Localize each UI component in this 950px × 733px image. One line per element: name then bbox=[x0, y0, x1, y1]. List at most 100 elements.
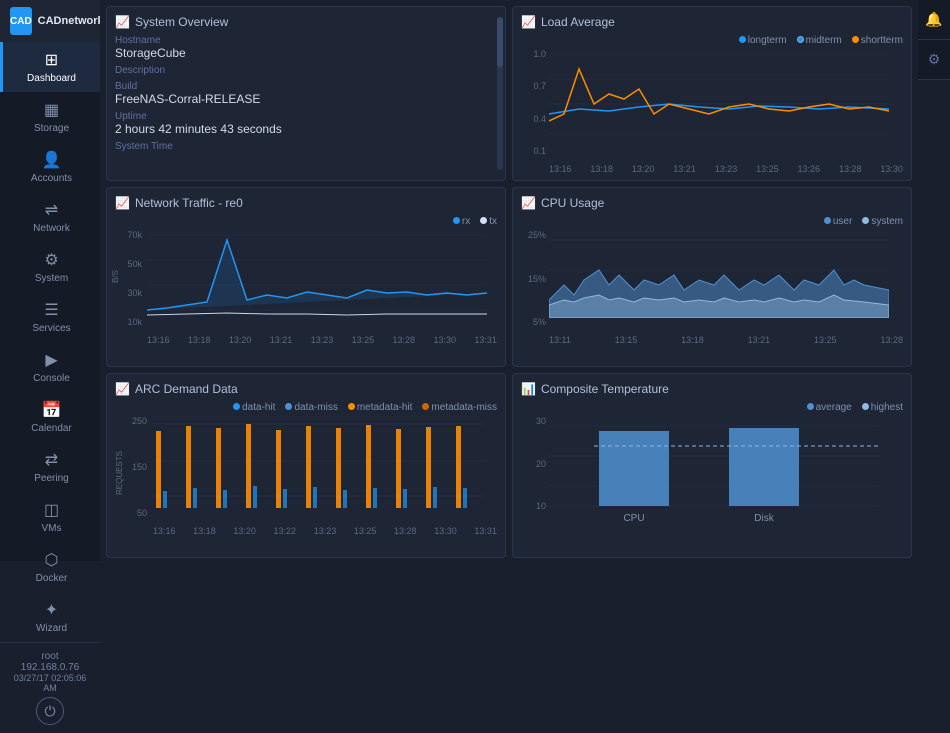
cpu-legend-user: user bbox=[824, 216, 852, 227]
cpu-chart-icon: 📈 bbox=[521, 196, 536, 210]
network-y-label: B/S bbox=[111, 270, 120, 283]
sidebar-label-services: Services bbox=[32, 323, 70, 334]
cpu-x-axis: 13:11 13:15 13:18 13:21 13:25 13:28 bbox=[549, 333, 903, 345]
cpu-usage-title: 📈 CPU Usage bbox=[521, 196, 903, 210]
arc-legend-metadata-miss: metadata-miss bbox=[422, 402, 497, 413]
sidebar-label-peering: Peering bbox=[34, 473, 68, 484]
peering-icon: ⇄ bbox=[45, 450, 58, 470]
arc-demand-panel: 📈 ARC Demand Data data-hit data-miss met… bbox=[106, 373, 506, 558]
settings-icon[interactable]: ⚙ bbox=[918, 40, 950, 80]
cpu-legend-system: system bbox=[862, 216, 903, 227]
logo-text: CADnetwork bbox=[38, 15, 104, 27]
arc-legend-data-hit: data-hit bbox=[233, 402, 275, 413]
network-chart-icon: 📈 bbox=[115, 196, 130, 210]
arc-y-label: REQUESTS bbox=[115, 451, 124, 495]
arc-chart-icon: 📈 bbox=[115, 382, 130, 396]
network-legend: rx tx bbox=[115, 216, 497, 227]
main-content: 🔔 ⚙ 📈 System Overview Hostname StorageCu… bbox=[100, 0, 950, 561]
sidebar-item-network[interactable]: ⇌ Network bbox=[0, 192, 100, 242]
network-legend-rx: rx bbox=[453, 216, 470, 227]
topbar: 🔔 ⚙ bbox=[918, 0, 950, 80]
dashboard-icon: ⊞ bbox=[45, 50, 58, 70]
user-datetime: 03/27/17 02:05:06 AM bbox=[8, 673, 92, 693]
scroll-thumb bbox=[497, 17, 503, 67]
arc-chart-svg bbox=[153, 416, 483, 521]
sidebar-item-storage[interactable]: ▦ Storage bbox=[0, 92, 100, 142]
sidebar-item-calendar[interactable]: 📅 Calendar bbox=[0, 392, 100, 442]
sidebar-label-calendar: Calendar bbox=[31, 423, 72, 434]
sidebar-label-docker: Docker bbox=[36, 573, 68, 584]
network-chart-svg bbox=[147, 230, 487, 330]
load-legend-longterm: longterm bbox=[739, 35, 787, 46]
systemtime-label: System Time bbox=[115, 141, 497, 152]
temp-chart-svg: CPU Disk bbox=[549, 416, 879, 526]
arc-legend-data-miss: data-miss bbox=[285, 402, 337, 413]
sidebar-item-system[interactable]: ⚙ System bbox=[0, 242, 100, 292]
load-average-panel: 📈 Load Average longterm midterm shortter… bbox=[512, 6, 912, 181]
temp-chart-container: 30 20 10 CPU Disk bbox=[521, 416, 903, 529]
arc-chart-container: 250 150 50 REQUESTS bbox=[115, 416, 497, 536]
system-overview-title: 📈 System Overview bbox=[115, 15, 497, 29]
sidebar-bottom: root 192.168.0.76 03/27/17 02:05:06 AM ⏻ bbox=[0, 642, 100, 733]
chart-line-icon: 📈 bbox=[115, 15, 130, 29]
network-legend-tx: tx bbox=[480, 216, 497, 227]
arc-legend: data-hit data-miss metadata-hit metadata… bbox=[115, 402, 497, 413]
sidebar-item-dashboard[interactable]: ⊞ Dashboard bbox=[0, 42, 100, 92]
sidebar-item-accounts[interactable]: 👤 Accounts bbox=[0, 142, 100, 192]
services-icon: ☰ bbox=[44, 300, 58, 320]
user-ip: 192.168.0.76 bbox=[8, 662, 92, 673]
load-average-title: 📈 Load Average bbox=[521, 15, 903, 29]
temp-y-axis: 30 20 10 bbox=[521, 416, 549, 511]
cpu-legend: user system bbox=[521, 216, 903, 227]
temp-legend-highest: highest bbox=[862, 402, 903, 413]
svg-text:Disk: Disk bbox=[754, 513, 774, 524]
user-info: root 192.168.0.76 03/27/17 02:05:06 AM bbox=[8, 651, 92, 693]
sidebar: CAD CADnetwork ⊞ Dashboard ▦ Storage 👤 A… bbox=[0, 0, 100, 561]
system-icon: ⚙ bbox=[44, 250, 58, 270]
wizard-icon: ✦ bbox=[45, 600, 58, 620]
sidebar-item-wizard[interactable]: ✦ Wizard bbox=[0, 592, 100, 642]
username: root bbox=[8, 651, 92, 662]
scroll-indicator[interactable] bbox=[497, 17, 503, 170]
logo-area[interactable]: CAD CADnetwork bbox=[0, 0, 100, 42]
vms-icon: ◫ bbox=[44, 500, 59, 520]
sidebar-item-console[interactable]: ▶ Console bbox=[0, 342, 100, 392]
sidebar-label-system: System bbox=[35, 273, 68, 284]
sidebar-label-storage: Storage bbox=[34, 123, 69, 134]
svg-text:CPU: CPU bbox=[623, 513, 644, 524]
load-chart-container: 1.0 0.7 0.4 0.1 bbox=[521, 49, 903, 174]
build-label: Build bbox=[115, 81, 497, 92]
cpu-y-axis: 25% 15% 5% bbox=[521, 230, 549, 327]
console-icon: ▶ bbox=[45, 350, 57, 370]
load-y-axis: 1.0 0.7 0.4 0.1 bbox=[521, 49, 549, 156]
sidebar-item-peering[interactable]: ⇄ Peering bbox=[0, 442, 100, 492]
hostname-label: Hostname bbox=[115, 35, 497, 46]
cpu-usage-panel: 📈 CPU Usage user system 25% 15% 5% bbox=[512, 187, 912, 367]
network-chart-container: 70k 50k 30k 10k B/S bbox=[115, 230, 497, 345]
cpu-chart-svg bbox=[549, 230, 889, 330]
logo-icon: CAD bbox=[10, 7, 32, 35]
sidebar-label-wizard: Wizard bbox=[36, 623, 67, 634]
alert-icon[interactable]: 🔔 bbox=[918, 0, 950, 40]
accounts-icon: 👤 bbox=[42, 150, 62, 170]
load-chart-svg bbox=[549, 49, 889, 159]
power-button[interactable]: ⏻ bbox=[36, 697, 64, 725]
arc-demand-title: 📈 ARC Demand Data bbox=[115, 382, 497, 396]
system-overview-panel: 📈 System Overview Hostname StorageCube D… bbox=[106, 6, 506, 181]
load-legend: longterm midterm shortterm bbox=[521, 35, 903, 46]
temp-legend: average highest bbox=[521, 402, 903, 413]
dashboard-grid: 📈 System Overview Hostname StorageCube D… bbox=[100, 0, 950, 561]
sidebar-item-services[interactable]: ☰ Services bbox=[0, 292, 100, 342]
uptime-label: Uptime bbox=[115, 111, 497, 122]
sidebar-label-dashboard: Dashboard bbox=[27, 73, 76, 84]
hostname-value: StorageCube bbox=[115, 46, 497, 60]
sidebar-item-vms[interactable]: ◫ VMs bbox=[0, 492, 100, 542]
docker-icon: ⬡ bbox=[45, 550, 59, 570]
sidebar-item-docker[interactable]: ⬡ Docker bbox=[0, 542, 100, 592]
arc-x-axis: 13:16 13:18 13:20 13:22 13:23 13:25 13:2… bbox=[153, 524, 497, 536]
network-traffic-title: 📈 Network Traffic - re0 bbox=[115, 196, 497, 210]
composite-temp-title: 📊 Composite Temperature bbox=[521, 382, 903, 396]
network-traffic-panel: 📈 Network Traffic - re0 rx tx 70k 50k 30… bbox=[106, 187, 506, 367]
network-x-axis: 13:16 13:18 13:20 13:21 13:23 13:25 13:2… bbox=[147, 333, 497, 345]
composite-temp-panel: 📊 Composite Temperature average highest … bbox=[512, 373, 912, 558]
